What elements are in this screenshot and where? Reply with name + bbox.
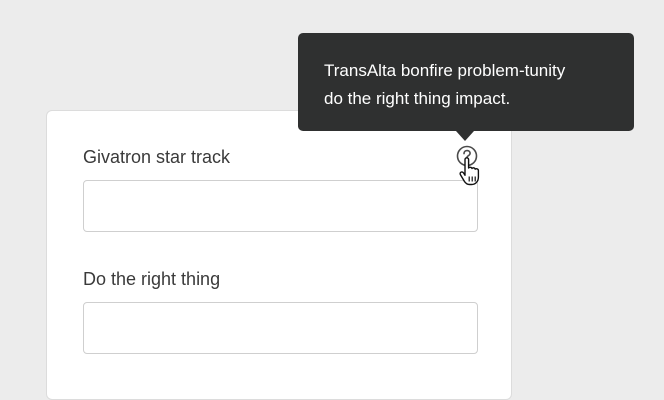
tooltip-line-1: TransAlta bonfire problem-tunity	[324, 61, 566, 80]
right-thing-field-label: Do the right thing	[83, 269, 221, 289]
tooltip-arrow	[456, 131, 474, 141]
form-card: Givatron star track Do the right thing	[46, 110, 512, 400]
givatron-field-label: Givatron star track	[83, 147, 231, 167]
help-question-icon[interactable]	[456, 145, 478, 167]
givatron-star-track-input[interactable]	[83, 180, 478, 232]
tooltip-line-2: do the right thing impact.	[324, 89, 511, 108]
help-tooltip: TransAlta bonfire problem-tunity do the …	[298, 33, 634, 141]
do-the-right-thing-input[interactable]	[83, 302, 478, 354]
